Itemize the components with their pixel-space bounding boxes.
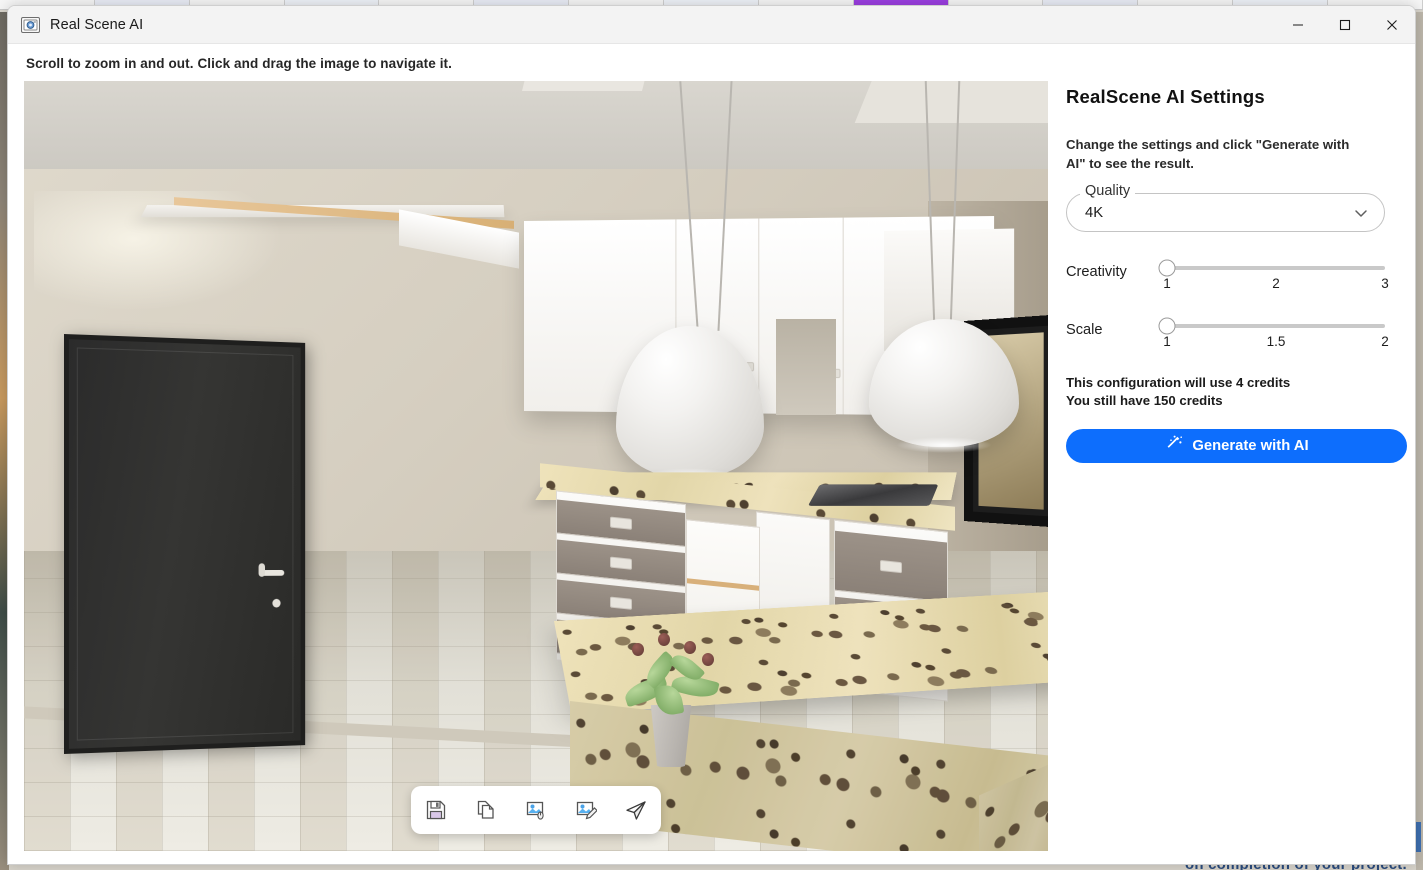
scale-slider-thumb[interactable] (1158, 317, 1176, 335)
creativity-tick: 3 (1381, 276, 1389, 291)
credits-usage-value: 4 credits (1235, 375, 1291, 390)
magic-wand-icon (1164, 435, 1183, 458)
window-controls (1274, 6, 1415, 44)
credits-usage-line: This configuration will use 4 credits (1066, 374, 1385, 392)
settings-panel: RealScene AI Settings Change the setting… (1048, 81, 1407, 851)
creativity-slider-ticks: 1 2 3 (1163, 276, 1389, 294)
copy-icon[interactable] (469, 793, 503, 827)
scale-slider-row: Scale 1 1.5 2 (1066, 316, 1389, 352)
scale-slider-ticks: 1 1.5 2 (1163, 334, 1389, 352)
quality-select[interactable]: Quality 4K (1066, 183, 1385, 232)
credits-balance-line: You still have 150 credits (1066, 392, 1385, 410)
set-as-view-image-icon[interactable] (519, 793, 553, 827)
app-window: Real Scene AI Scroll to zoom in and out.… (7, 5, 1416, 865)
scale-tick: 1.5 (1266, 334, 1286, 349)
send-icon[interactable] (619, 793, 653, 827)
window-titlebar: Real Scene AI (8, 6, 1415, 44)
credits-info: This configuration will use 4 credits Yo… (1066, 374, 1385, 409)
window-body: RealScene AI Settings Change the setting… (8, 71, 1415, 851)
generate-button-label: Generate with AI (1192, 438, 1309, 454)
minimize-icon[interactable] (1274, 6, 1321, 44)
creativity-slider-row: Creativity 1 2 3 (1066, 258, 1389, 294)
close-icon[interactable] (1368, 6, 1415, 44)
credits-usage-prefix: This configuration will use (1066, 375, 1236, 390)
creativity-tick: 1 (1163, 276, 1171, 291)
rendered-kitchen-scene (24, 81, 1048, 851)
chevron-down-icon (1352, 204, 1370, 222)
creativity-slider-thumb[interactable] (1158, 259, 1176, 277)
navigation-hint: Scroll to zoom in and out. Click and dra… (26, 56, 452, 71)
scale-slider-track[interactable] (1158, 317, 1385, 335)
maximize-icon[interactable] (1321, 6, 1368, 44)
window-title: Real Scene AI (50, 16, 144, 33)
credits-balance-prefix: You still have (1066, 392, 1154, 408)
background-right-edge (1416, 12, 1423, 870)
save-icon[interactable] (419, 793, 453, 827)
scene-preview-canvas[interactable] (24, 81, 1048, 851)
settings-description: Change the settings and click "Generate … (1066, 137, 1350, 171)
generate-with-ai-button[interactable]: Generate with AI (1066, 429, 1407, 463)
camera-icon (21, 16, 40, 33)
settings-title: RealScene AI Settings (1066, 86, 1265, 107)
scale-tick: 1 (1163, 334, 1171, 349)
edit-image-icon[interactable] (569, 793, 603, 827)
quality-value: 4K (1085, 204, 1104, 221)
creativity-label: Creativity (1066, 264, 1127, 280)
scene-door (64, 334, 306, 754)
scale-label: Scale (1066, 322, 1103, 338)
credits-balance-value: 150 credits (1153, 392, 1223, 408)
quality-label: Quality (1080, 183, 1136, 199)
creativity-slider-track[interactable] (1158, 259, 1385, 277)
creativity-tick: 2 (1272, 276, 1280, 291)
image-action-toolbar (411, 786, 661, 834)
scale-tick: 2 (1381, 334, 1389, 349)
